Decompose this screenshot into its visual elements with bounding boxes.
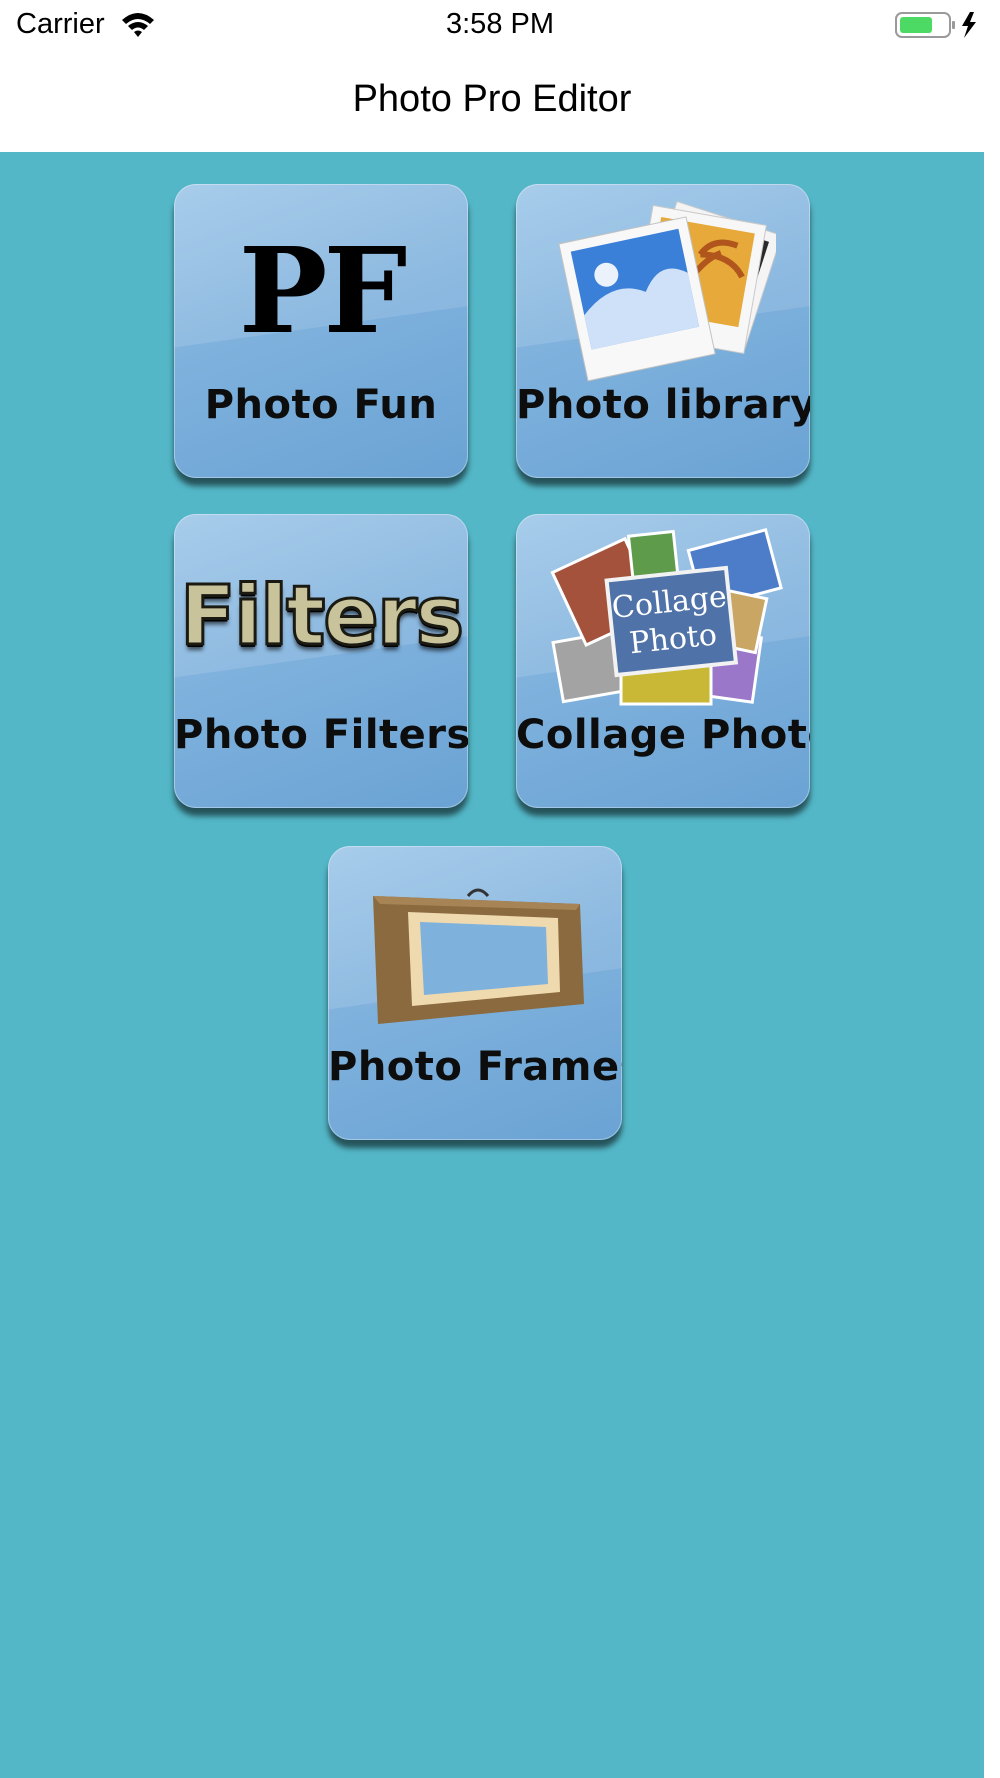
photo-library-label: Photo library [516,382,810,428]
photo-frames-label: Photo Frames [328,1044,622,1090]
collage-photo-label: Collage Photo [516,712,810,758]
photo-filters-button[interactable]: Filters Photo Filters [174,514,468,808]
navigation-bar: Photo Pro Editor [0,50,1000,152]
collage-photo-button[interactable]: Collage Photo Collage Photo [516,514,810,808]
right-edge-strip [984,152,1000,1778]
picture-frame-icon [373,888,584,1024]
photo-library-button[interactable]: Photo library [516,184,810,478]
status-bar: Carrier 3:58 PM [0,0,1000,50]
photo-stack-icon [558,200,776,382]
filters-logo-icon: Filters [178,569,465,664]
battery-charging-icon [895,12,976,38]
status-time: 3:58 PM [446,8,554,40]
photo-filters-label: Photo Filters [174,712,468,758]
collage-icon: Collage Photo [550,528,783,706]
page-title: Photo Pro Editor [352,78,632,120]
photo-fun-button[interactable]: PF Photo Fun [174,184,468,478]
photo-frames-button[interactable]: Photo Frames [328,846,622,1140]
main-content: PF Photo Fun Photo library Filters Photo… [0,152,984,1778]
pf-logo-icon: PF [238,221,408,360]
photo-fun-label: Photo Fun [204,382,438,428]
